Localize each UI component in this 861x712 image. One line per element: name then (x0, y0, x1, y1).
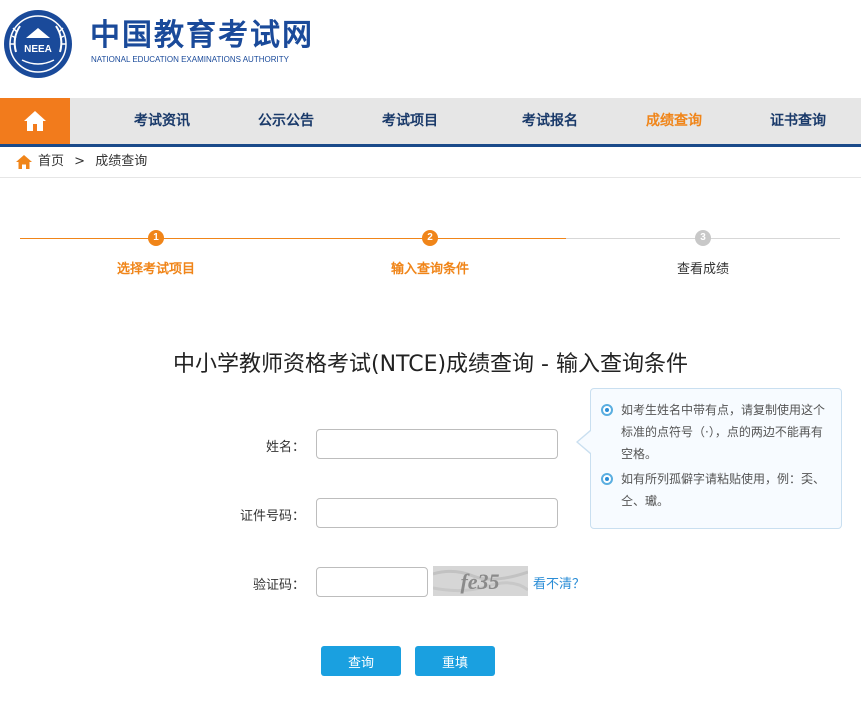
radio-bullet-icon (601, 404, 613, 416)
id-number-input[interactable] (316, 498, 558, 528)
tip-box: 如考生姓名中带有点，请复制使用这个标准的点符号（·），点的两边不能再有空格。 如… (590, 388, 842, 529)
site-subtitle: NATIONAL EDUCATION EXAMINATIONS AUTHORIT… (91, 55, 289, 64)
submit-button[interactable]: 查询 (321, 646, 401, 676)
id-number-label: 证件号码： (239, 509, 305, 524)
tip-arrow-fill (578, 431, 591, 453)
nav-item-score-query[interactable]: 成绩查询 (646, 98, 702, 144)
step-2-dot: 2 (422, 230, 438, 246)
nav-item-registration[interactable]: 考试报名 (522, 98, 578, 144)
nav-item-exam-news[interactable]: 考试资讯 (134, 98, 190, 144)
captcha-label: 验证码： (252, 578, 305, 593)
nav-item-announcements[interactable]: 公示公告 (258, 98, 314, 144)
captcha-input[interactable] (316, 567, 428, 597)
step-1-dot: 1 (148, 230, 164, 246)
tip-text: 如考生姓名中带有点，请复制使用这个标准的点符号（·），点的两边不能再有空格。 (621, 403, 826, 461)
tip-text: 如有所列孤僻字请粘贴使用，例：奀、仝、瓛。 (621, 472, 826, 508)
breadcrumb-current: 成绩查询 (95, 154, 148, 169)
nav-item-certificate-query[interactable]: 证书查询 (770, 98, 826, 144)
home-icon (16, 155, 32, 169)
tip-item: 如有所列孤僻字请粘贴使用，例：奀、仝、瓛。 (601, 468, 833, 512)
step-3-dot: 3 (695, 230, 711, 246)
captcha-image[interactable]: fe35 (433, 566, 528, 596)
tip-item: 如考生姓名中带有点，请复制使用这个标准的点符号（·），点的两边不能再有空格。 (601, 399, 833, 465)
step-3-label: 查看成绩 (676, 262, 729, 277)
emblem-text: NEEA (24, 44, 52, 55)
name-input[interactable] (316, 429, 558, 459)
breadcrumb-home-link[interactable]: 首页 (38, 147, 64, 177)
step-1-label: 选择考试项目 (116, 262, 195, 277)
nav-item-exam-projects[interactable]: 考试项目 (382, 98, 438, 144)
home-icon (24, 111, 46, 131)
site-header: NEEA 中国教育考试网 NATIONAL EDUCATION EXAMINAT… (0, 0, 861, 98)
site-title[interactable]: 中国教育考试网 (90, 18, 314, 54)
breadcrumb: 首页 > 成绩查询 (0, 147, 861, 178)
radio-bullet-icon (601, 473, 613, 485)
reset-button[interactable]: 重填 (415, 646, 495, 676)
captcha-text: fe35 (460, 569, 499, 594)
captcha-refresh-link[interactable]: 看不清？ (533, 573, 585, 592)
breadcrumb-separator: > (74, 154, 86, 169)
main-nav: 考试资讯 公示公告 考试项目 考试报名 成绩查询 证书查询 (0, 98, 861, 144)
step-2-label: 输入查询条件 (390, 262, 469, 277)
page-title: 中小学教师资格考试(NTCE)成绩查询 - 输入查询条件 (173, 352, 688, 377)
progress-line-complete (20, 238, 566, 239)
nav-home-button[interactable] (0, 98, 70, 144)
neea-emblem-icon[interactable]: NEEA (2, 8, 74, 80)
name-label: 姓名： (265, 440, 305, 455)
